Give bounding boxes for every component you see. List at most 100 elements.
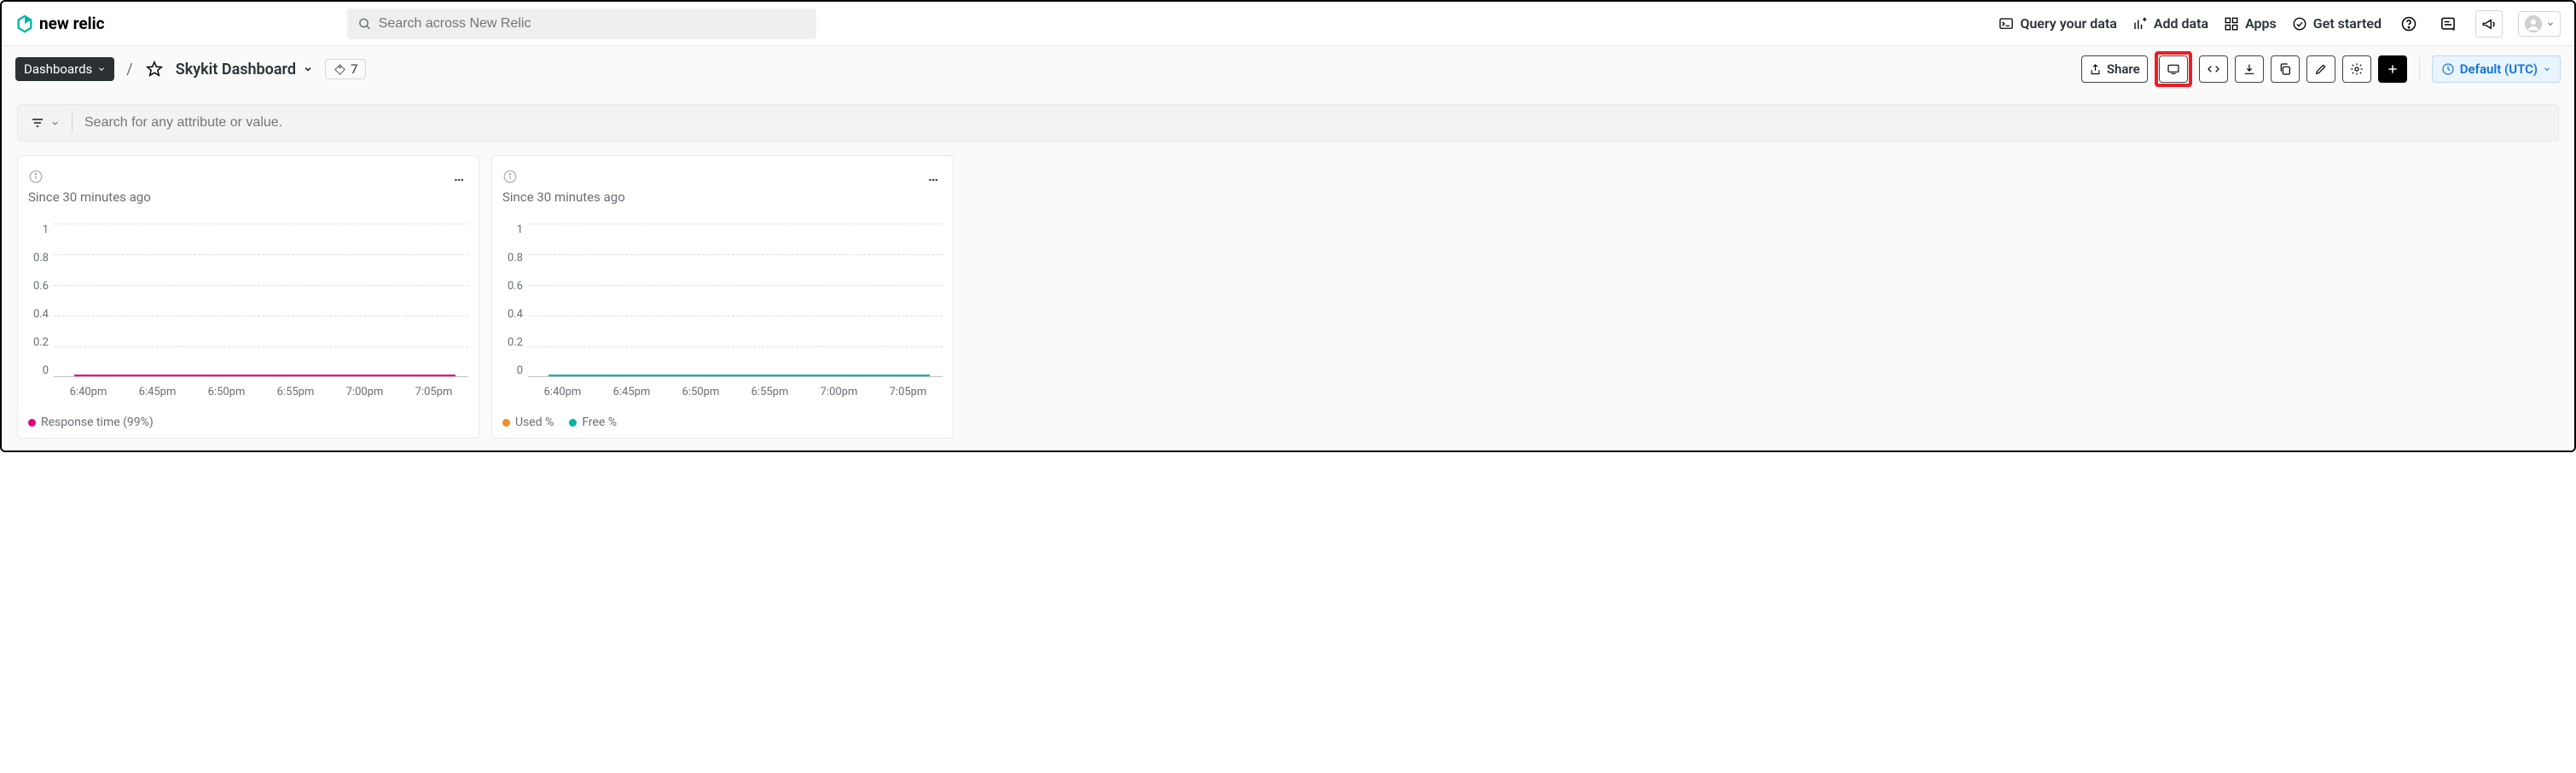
apps-link[interactable]: Apps	[2224, 15, 2277, 32]
x-tick: 7:00pm	[330, 386, 399, 398]
feedback-button[interactable]	[2436, 12, 2460, 36]
edit-button[interactable]	[2306, 55, 2335, 83]
filter-menu[interactable]	[30, 116, 60, 130]
chart-card: … Since 30 minutes ago 1 0.8 0.6 0.4 0.2…	[491, 155, 954, 439]
copy-icon	[2278, 62, 2292, 76]
top-nav-right: Query your data Add data Apps Get starte…	[1999, 10, 2561, 38]
megaphone-icon	[2481, 16, 2497, 32]
y-tick: 0	[43, 364, 49, 377]
code-icon	[2207, 62, 2220, 76]
breadcrumb-bar: Dashboards / Skykit Dashboard 7 Share	[2, 46, 2574, 92]
tv-mode-highlight	[2155, 51, 2192, 87]
card-menu-button[interactable]: …	[450, 166, 468, 186]
chart-area: 1 0.8 0.6 0.4 0.2 0	[502, 224, 943, 429]
legend-swatch	[28, 419, 36, 427]
legend-swatch	[569, 419, 577, 427]
filter-divider	[72, 113, 73, 133]
apps-grid-icon	[2224, 16, 2239, 32]
page-title: Skykit Dashboard	[176, 61, 296, 78]
dashboards-label: Dashboards	[24, 61, 92, 77]
copy-button[interactable]	[2271, 55, 2300, 83]
x-axis: 6:40pm 6:45pm 6:50pm 6:55pm 7:00pm 7:05p…	[28, 386, 468, 398]
tv-mode-button[interactable]	[2159, 55, 2188, 83]
help-icon	[2400, 15, 2417, 32]
plot-area[interactable]	[528, 224, 943, 377]
legend-item[interactable]: Used %	[502, 416, 554, 429]
timezone-picker[interactable]: Default (UTC)	[2432, 55, 2561, 83]
view-query-button[interactable]	[2199, 55, 2228, 83]
nav-label: Get started	[2313, 15, 2382, 32]
x-tick: 6:55pm	[735, 386, 804, 398]
x-tick: 7:00pm	[804, 386, 873, 398]
share-icon	[2089, 63, 2102, 76]
plot-area[interactable]	[54, 224, 468, 377]
chevron-down-icon	[97, 65, 106, 73]
logo[interactable]: new relic	[15, 14, 105, 33]
filter-bar[interactable]	[17, 104, 2559, 142]
download-icon	[2242, 62, 2256, 76]
query-your-data-link[interactable]: Query your data	[1999, 15, 2117, 32]
import-button[interactable]	[2235, 55, 2264, 83]
legend-item[interactable]: Free %	[569, 416, 617, 429]
y-axis: 1 0.8 0.6 0.4 0.2 0	[502, 224, 528, 377]
legend: Used % Free %	[502, 416, 943, 429]
y-tick: 0	[517, 364, 523, 377]
user-menu-button[interactable]	[2518, 11, 2561, 37]
global-search[interactable]	[347, 9, 816, 39]
add-data-link[interactable]: Add data	[2132, 15, 2208, 32]
cards-row: … Since 30 minutes ago 1 0.8 0.6 0.4 0.2…	[17, 155, 2559, 439]
add-widget-button[interactable]	[2378, 55, 2407, 83]
announcements-button[interactable]	[2475, 10, 2503, 38]
legend-swatch	[502, 419, 510, 427]
pencil-icon	[2314, 62, 2328, 76]
tags-button[interactable]: 7	[325, 59, 366, 79]
timezone-label: Default (UTC)	[2460, 61, 2538, 77]
share-button[interactable]: Share	[2081, 55, 2148, 83]
filter-input[interactable]	[84, 115, 2546, 131]
legend-label: Used %	[515, 416, 554, 429]
chevron-down-icon	[303, 64, 313, 74]
y-tick: 0.4	[508, 308, 523, 321]
settings-button[interactable]	[2342, 55, 2371, 83]
y-tick: 0.6	[33, 280, 49, 293]
info-icon[interactable]	[502, 169, 518, 184]
x-tick: 6:55pm	[261, 386, 330, 398]
help-button[interactable]	[2397, 12, 2421, 36]
plus-icon	[2386, 62, 2399, 76]
search-icon	[357, 16, 372, 32]
y-tick: 0.4	[33, 308, 49, 321]
x-tick: 7:05pm	[399, 386, 468, 398]
dashboard-title-dropdown[interactable]: Skykit Dashboard	[176, 61, 313, 78]
check-circle-icon	[2292, 16, 2307, 32]
gear-icon	[2350, 62, 2364, 76]
y-tick: 0.8	[508, 252, 523, 264]
chart-card: … Since 30 minutes ago 1 0.8 0.6 0.4 0.2…	[17, 155, 479, 439]
x-tick: 6:45pm	[123, 386, 192, 398]
card-menu-button[interactable]: …	[925, 166, 943, 186]
x-tick: 6:40pm	[54, 386, 123, 398]
get-started-link[interactable]: Get started	[2292, 15, 2382, 32]
avatar-icon	[2524, 15, 2543, 33]
nav-label: Add data	[2154, 15, 2208, 32]
card-subtitle: Since 30 minutes ago	[28, 189, 468, 205]
card-subtitle: Since 30 minutes ago	[502, 189, 943, 205]
nav-label: Query your data	[2020, 15, 2117, 32]
top-nav: new relic Query your data Add data Apps …	[2, 2, 2574, 46]
nav-label: Apps	[2245, 15, 2277, 32]
dashboard-content: … Since 30 minutes ago 1 0.8 0.6 0.4 0.2…	[2, 92, 2574, 450]
chevron-down-icon	[50, 119, 60, 128]
legend-item[interactable]: Response time (99%)	[28, 416, 154, 429]
legend-label: Response time (99%)	[41, 416, 154, 429]
tag-count: 7	[351, 61, 357, 77]
x-tick: 6:45pm	[597, 386, 666, 398]
favorite-button[interactable]	[145, 60, 164, 78]
x-tick: 7:05pm	[873, 386, 943, 398]
toolbar-divider	[2419, 58, 2420, 80]
dashboard-tools: Share	[2081, 51, 2561, 87]
share-label: Share	[2107, 61, 2140, 77]
global-search-input[interactable]	[379, 16, 806, 32]
legend-label: Free %	[582, 416, 617, 429]
info-icon[interactable]	[28, 169, 44, 184]
x-tick: 6:40pm	[528, 386, 597, 398]
dashboards-dropdown[interactable]: Dashboards	[15, 57, 114, 81]
